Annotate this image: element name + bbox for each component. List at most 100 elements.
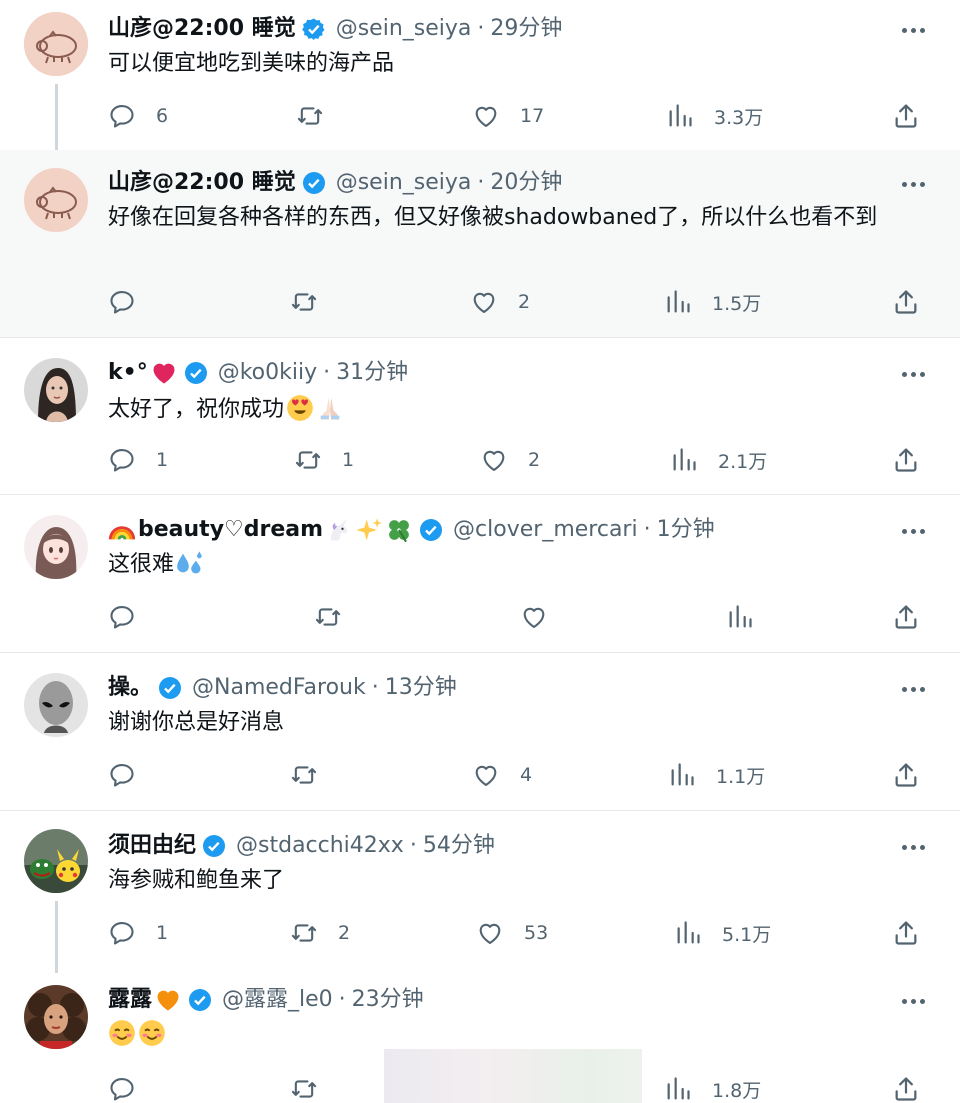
tweet-text	[108, 1019, 920, 1051]
reply-count: 1	[156, 922, 169, 944]
avatar[interactable]	[24, 515, 88, 579]
retweet-button[interactable]	[296, 100, 344, 132]
reply-button[interactable]: 6	[108, 100, 168, 132]
timestamp[interactable]: 54分钟	[423, 831, 495, 861]
avatar[interactable]	[24, 358, 88, 422]
timestamp[interactable]: 20分钟	[490, 168, 562, 198]
separator-dot: ·	[409, 833, 417, 858]
handle[interactable]: @ko0kiiy	[218, 358, 317, 388]
views-button[interactable]: 1.5万	[664, 286, 761, 318]
retweet-button[interactable]	[290, 286, 338, 318]
reply-icon	[110, 1078, 134, 1101]
reply-button[interactable]	[108, 286, 156, 318]
handle[interactable]: @sein_seiya	[336, 168, 472, 198]
reply-button[interactable]	[108, 601, 156, 633]
share-icon	[895, 605, 917, 629]
reply-button[interactable]	[108, 1073, 136, 1103]
handle[interactable]: @露露_le0	[222, 985, 333, 1015]
display-name[interactable]: 操。	[108, 673, 152, 703]
reply-icon	[110, 105, 134, 128]
like-button[interactable]: 2	[480, 444, 540, 476]
retweet-button[interactable]	[290, 759, 338, 791]
display-name[interactable]: 须田由纪	[108, 831, 196, 861]
tweet-actions: 4 1.1万	[0, 759, 960, 791]
display-name[interactable]: beauty♡dream	[138, 515, 323, 545]
share-button[interactable]	[892, 444, 920, 476]
timestamp[interactable]: 31分钟	[336, 358, 408, 388]
like-button[interactable]	[520, 601, 568, 633]
orange-heart-icon	[154, 986, 182, 1014]
timestamp[interactable]: 1分钟	[657, 515, 715, 545]
tweet[interactable]: 山彦@22:00 睡觉 @sein_seiya · 20分钟 好像在回复各种各样…	[0, 150, 960, 338]
more-options-icon[interactable]	[896, 364, 930, 384]
share-button[interactable]	[892, 100, 920, 132]
tweet[interactable]: k•° @ko0kiiy · 31分钟 太好了，祝你成功 1 1 2 2.1万	[0, 338, 960, 495]
handle[interactable]: @NamedFarouk	[192, 673, 366, 703]
reply-button[interactable]: 1	[108, 444, 168, 476]
timestamp[interactable]: 13分钟	[385, 673, 457, 703]
like-button[interactable]: 4	[472, 759, 532, 791]
separator-dot: ·	[643, 517, 651, 542]
more-options-icon[interactable]	[896, 20, 930, 40]
more-options-icon[interactable]	[896, 991, 930, 1011]
display-name[interactable]: 山彦@22:00 睡觉	[108, 168, 296, 198]
timestamp[interactable]: 29分钟	[490, 14, 562, 44]
avatar[interactable]	[24, 12, 88, 76]
retweet-count: 2	[338, 922, 351, 944]
heart-icon	[523, 607, 545, 628]
reply-button[interactable]: 1	[108, 917, 168, 949]
avatar[interactable]	[24, 829, 88, 893]
display-name[interactable]: 露露	[108, 985, 152, 1015]
separator-dot: ·	[323, 360, 331, 385]
share-icon	[895, 763, 917, 787]
like-count: 53	[524, 922, 549, 944]
tweet-text: 好像在回复各种各样的东西，但又好像被shadowbaned了，所以什么也看不到	[108, 205, 878, 230]
tweet[interactable]: 须田由纪 @stdacchi42xx · 54分钟 海参贼和鲍鱼来了 1 2 5…	[0, 811, 960, 973]
views-button[interactable]: 1.8万	[664, 1073, 761, 1103]
like-button[interactable]: 53	[476, 917, 548, 949]
share-button[interactable]	[892, 759, 920, 791]
display-name[interactable]: k•°	[108, 358, 148, 388]
more-options-icon[interactable]	[896, 174, 930, 194]
bar-chart-icon	[669, 104, 692, 127]
views-button[interactable]: 2.1万	[670, 444, 767, 476]
retweet-button[interactable]: 2	[290, 917, 350, 949]
tweet-header: 山彦@22:00 睡觉 @sein_seiya · 29分钟	[108, 14, 890, 44]
tweet[interactable]: 山彦@22:00 睡觉 @sein_seiya · 29分钟 可以便宜地吃到美味…	[0, 0, 960, 164]
retweet-count: 1	[342, 449, 355, 471]
more-options-icon[interactable]	[896, 837, 930, 857]
retweet-button[interactable]	[314, 601, 362, 633]
avatar[interactable]	[24, 168, 88, 232]
like-button[interactable]: 2	[470, 286, 530, 318]
more-options-icon[interactable]	[896, 521, 930, 541]
display-name[interactable]: 山彦@22:00 睡觉	[108, 14, 296, 44]
avatar[interactable]	[24, 985, 88, 1049]
share-icon	[895, 921, 917, 945]
views-button[interactable]	[726, 601, 774, 633]
share-button[interactable]	[892, 601, 920, 633]
handle[interactable]: @clover_mercari	[453, 515, 638, 545]
smiling-face-icon	[108, 1019, 136, 1047]
tweet-header: 露露 @露露_le0 · 23分钟	[108, 985, 890, 1015]
share-button[interactable]	[892, 286, 920, 318]
handle[interactable]: @stdacchi42xx	[236, 831, 404, 861]
tweet[interactable]: beauty♡dream @clover_mercari · 1分钟 这很难	[0, 495, 960, 653]
reply-button[interactable]	[108, 759, 156, 791]
handle[interactable]: @sein_seiya	[336, 14, 472, 44]
avatar[interactable]	[24, 673, 88, 737]
tweet-actions: 6 17 3.3万	[0, 100, 960, 132]
like-count: 2	[528, 449, 541, 471]
views-button[interactable]: 5.1万	[674, 917, 771, 949]
unicorn-icon	[325, 516, 353, 544]
share-button[interactable]	[892, 1073, 920, 1103]
like-button[interactable]: 17	[472, 100, 544, 132]
more-options-icon[interactable]	[896, 679, 930, 699]
tweet[interactable]: 操。 @NamedFarouk · 13分钟 谢谢你总是好消息 4 1.1万	[0, 653, 960, 811]
retweet-button[interactable]: 1	[294, 444, 354, 476]
retweet-button[interactable]	[290, 1073, 318, 1103]
timestamp[interactable]: 23分钟	[352, 985, 424, 1015]
tweet-header: 操。 @NamedFarouk · 13分钟	[108, 673, 890, 703]
views-button[interactable]: 1.1万	[668, 759, 765, 791]
views-button[interactable]: 3.3万	[666, 100, 763, 132]
share-button[interactable]	[892, 917, 920, 949]
